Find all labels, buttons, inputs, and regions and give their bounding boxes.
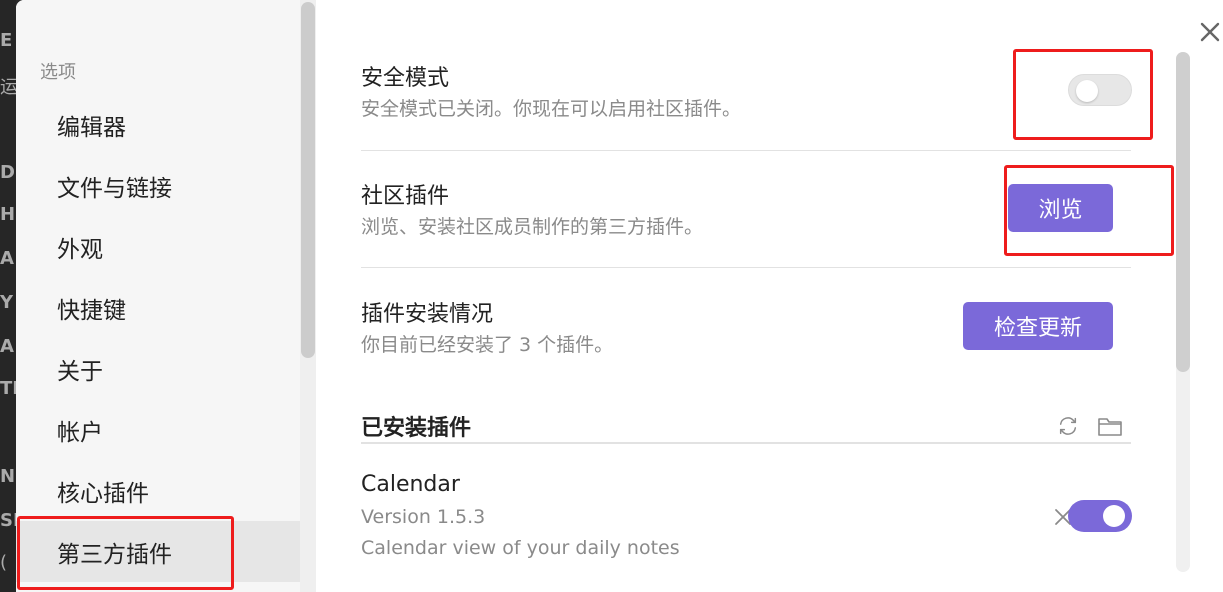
divider bbox=[361, 267, 1131, 268]
plugin-description: Calendar view of your daily notes bbox=[361, 537, 680, 559]
setting-description: 浏览、安装社区成员制作的第三方插件。 bbox=[361, 216, 704, 238]
plugin-name: Calendar bbox=[361, 472, 460, 497]
content-scrollbar-thumb[interactable] bbox=[1176, 52, 1190, 372]
bg-fragment: SIN bbox=[0, 510, 16, 531]
reload-icon[interactable] bbox=[1056, 414, 1080, 438]
bg-fragment: Y bbox=[0, 292, 14, 313]
bg-fragment: ( bbox=[0, 552, 8, 573]
annotation-box-safe-mode bbox=[1013, 49, 1153, 140]
sidebar-item-label: 核心插件 bbox=[57, 480, 149, 507]
background-app-strip: E 运 D H A Y A TH ND SIN ( bbox=[0, 0, 16, 592]
setting-title: 插件安装情况 bbox=[361, 302, 494, 327]
bg-fragment: ND bbox=[0, 466, 16, 487]
sidebar-item-core-plugins[interactable]: 核心插件 bbox=[16, 460, 300, 521]
sidebar-item-label: 编辑器 bbox=[57, 114, 126, 141]
sidebar-item-hotkeys[interactable]: 快捷键 bbox=[16, 277, 300, 338]
sidebar-item-appearance[interactable]: 外观 bbox=[16, 216, 300, 277]
calendar-plugin-toggle[interactable] bbox=[1068, 500, 1132, 532]
sidebar-item-label: 快捷键 bbox=[57, 297, 126, 324]
setting-description: 你目前已经安装了 3 个插件。 bbox=[361, 334, 614, 356]
settings-sidebar: 选项 编辑器 文件与链接 外观 快捷键 关于 帐户 核心插件 第三方插件 bbox=[16, 0, 316, 592]
close-icon bbox=[1200, 22, 1220, 42]
installed-plugins-heading: 已安装插件 bbox=[361, 416, 472, 441]
sidebar-item-label: 外观 bbox=[57, 236, 103, 263]
bg-fragment: 运 bbox=[0, 77, 16, 98]
annotation-box-community-plugins bbox=[17, 516, 234, 590]
settings-modal: 选项 编辑器 文件与链接 外观 快捷键 关于 帐户 核心插件 第三方插件 安全模… bbox=[16, 0, 1223, 592]
setting-description: 安全模式已关闭。你现在可以启用社区插件。 bbox=[361, 98, 742, 120]
sidebar-item-about[interactable]: 关于 bbox=[16, 338, 300, 399]
bg-fragment: E bbox=[0, 30, 13, 51]
setting-title: 安全模式 bbox=[361, 66, 450, 91]
sidebar-item-label: 关于 bbox=[57, 358, 103, 385]
check-updates-button[interactable]: 检查更新 bbox=[963, 302, 1113, 350]
bg-fragment: A bbox=[0, 336, 14, 357]
bg-fragment: H bbox=[0, 204, 16, 225]
close-button[interactable] bbox=[1197, 14, 1223, 50]
sidebar-item-files-links[interactable]: 文件与链接 bbox=[16, 155, 300, 216]
sidebar-heading: 选项 bbox=[40, 62, 76, 83]
toggle-knob bbox=[1103, 505, 1125, 527]
bg-fragment: A bbox=[0, 248, 14, 269]
bg-fragment: TH bbox=[0, 378, 16, 399]
bg-fragment: D bbox=[0, 162, 15, 183]
sidebar-scrollbar-thumb[interactable] bbox=[301, 2, 315, 358]
folder-icon[interactable] bbox=[1096, 414, 1124, 438]
sidebar-item-account[interactable]: 帐户 bbox=[16, 399, 300, 460]
sidebar-item-label: 文件与链接 bbox=[57, 175, 172, 202]
plugin-version: Version 1.5.3 bbox=[361, 506, 486, 528]
plugin-item-calendar: Calendar Version 1.5.3 Calendar view of … bbox=[361, 470, 1131, 570]
setting-title: 社区插件 bbox=[361, 184, 450, 209]
section-divider bbox=[361, 442, 1131, 444]
sidebar-item-label: 帐户 bbox=[57, 419, 103, 446]
divider bbox=[361, 150, 1131, 151]
sidebar-item-editor[interactable]: 编辑器 bbox=[16, 94, 300, 155]
annotation-box-browse bbox=[1004, 165, 1174, 256]
